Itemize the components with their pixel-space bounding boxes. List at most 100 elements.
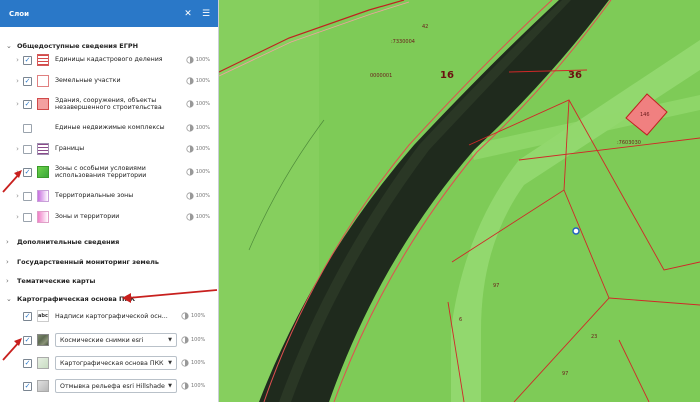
opacity-icon <box>186 56 194 64</box>
layer-row-buildings[interactable]: › ✓ Здания, сооружения, объекты незаверш… <box>12 94 210 114</box>
layer-checkbox[interactable]: ✓ <box>23 99 32 109</box>
opacity-control[interactable]: 100% <box>186 145 210 153</box>
layer-row-unified-complexes[interactable]: Единые недвижимые комплексы 100% <box>12 118 210 138</box>
chevron-right-icon[interactable]: › <box>6 277 16 285</box>
expand-icon[interactable]: › <box>12 213 23 221</box>
base-row-hillshade[interactable]: ✓ Отмывка рельефа esri Hillshade ▼ 100% <box>12 376 210 396</box>
layer-row-land-plots[interactable]: › ✓ Земельные участки 100% <box>12 71 210 91</box>
expand-icon[interactable]: › <box>12 192 23 200</box>
chevron-down-icon[interactable]: ⌄ <box>6 295 16 303</box>
hillshade-select[interactable]: Отмывка рельефа esri Hillshade ▼ <box>55 379 177 393</box>
layer-checkbox[interactable] <box>23 191 32 201</box>
section-extra-label: Дополнительные сведения <box>17 238 120 246</box>
layer-checkbox[interactable]: ✓ <box>23 335 32 345</box>
expand-icon[interactable]: › <box>12 77 23 85</box>
select-value: Космические снимки esri <box>60 336 144 344</box>
layers-panel: Слои ✕ ☰ ⌄ Общедоступные сведения ЕГРН ›… <box>0 0 219 402</box>
section-monitoring[interactable]: › Государственный мониторинг земель <box>6 257 214 267</box>
layer-label: Зоны с особыми условиями использования т… <box>55 164 147 180</box>
special-zones-symbol-icon <box>37 166 49 178</box>
dropdown-arrow-icon: ▼ <box>168 383 172 389</box>
layer-checkbox[interactable]: ✓ <box>23 55 32 65</box>
cadastral-units-symbol-icon <box>37 54 49 66</box>
layer-label: Единицы кадастрового деления <box>55 56 163 64</box>
opacity-icon <box>186 168 194 176</box>
opacity-control[interactable]: 100% <box>181 312 205 320</box>
layer-checkbox[interactable]: ✓ <box>23 381 32 391</box>
section-thematic[interactable]: › Тематические карты <box>6 276 214 286</box>
opacity-control[interactable]: 100% <box>186 168 210 176</box>
map-label: 146 <box>640 112 650 118</box>
layer-checkbox[interactable]: ✓ <box>23 167 32 177</box>
opacity-control[interactable]: 100% <box>186 77 210 85</box>
expand-icon[interactable]: › <box>12 145 23 153</box>
basemap-select[interactable]: Картографическая основа ПКК ▼ <box>55 356 177 370</box>
section-monitoring-label: Государственный мониторинг земель <box>17 258 159 266</box>
opacity-value: 100% <box>195 125 210 131</box>
select-value: Отмывка рельефа esri Hillshade <box>60 382 165 390</box>
opacity-value: 100% <box>195 169 210 175</box>
layer-row-special-zones[interactable]: › ✓ Зоны с особыми условиями использован… <box>12 162 210 182</box>
base-row-satellite[interactable]: ✓ Космические снимки esri ▼ 100% <box>12 330 210 350</box>
layer-checkbox[interactable] <box>23 123 32 133</box>
map-label: 6 <box>459 317 463 323</box>
layer-checkbox[interactable]: ✓ <box>23 358 32 368</box>
expand-icon[interactable]: › <box>12 56 23 64</box>
opacity-control[interactable]: 100% <box>181 382 205 390</box>
layer-row-zones-territories[interactable]: › Зоны и территории 100% <box>12 207 210 227</box>
layer-label: Здания, сооружения, объекты незавершенно… <box>55 96 162 112</box>
opacity-control[interactable]: 100% <box>181 359 205 367</box>
opacity-value: 100% <box>191 360 206 366</box>
section-egrn-label: Общедоступные сведения ЕГРН <box>17 42 139 50</box>
layer-row-cadastral-units[interactable]: › ✓ Единицы кадастрового деления 100% <box>12 50 210 70</box>
base-layer-label: Надписи картографической осн... <box>55 312 168 320</box>
layer-checkbox[interactable]: ✓ <box>23 311 32 321</box>
opacity-icon <box>186 124 194 132</box>
opacity-icon <box>181 359 189 367</box>
expand-icon[interactable]: › <box>12 100 23 108</box>
chevron-right-icon[interactable]: › <box>6 238 16 246</box>
opacity-value: 100% <box>195 78 210 84</box>
hamburger-menu-icon[interactable]: ☰ <box>200 8 212 20</box>
section-thematic-label: Тематические карты <box>17 277 96 285</box>
boundaries-symbol-icon <box>37 143 49 155</box>
section-basemap[interactable]: ⌄ Картографическая основа ПКК <box>6 294 214 304</box>
base-row-pkk-basemap[interactable]: ✓ Картографическая основа ПКК ▼ 100% <box>12 353 210 373</box>
opacity-control[interactable]: 100% <box>186 192 210 200</box>
opacity-control[interactable]: 100% <box>186 124 210 132</box>
opacity-control[interactable]: 100% <box>186 100 210 108</box>
chevron-right-icon[interactable]: › <box>6 258 16 266</box>
opacity-value: 100% <box>191 337 206 343</box>
cadastral-quarter-number: 16 <box>440 70 454 81</box>
buildings-symbol-icon <box>37 98 49 110</box>
close-icon[interactable]: ✕ <box>182 8 194 20</box>
panel-header: Слои ✕ ☰ <box>0 0 218 27</box>
select-value: Картографическая основа ПКК <box>60 359 164 367</box>
opacity-control[interactable]: 100% <box>186 56 210 64</box>
territorial-zones-symbol-icon <box>37 190 49 202</box>
chevron-down-icon[interactable]: ⌄ <box>6 42 16 50</box>
opacity-icon <box>181 382 189 390</box>
layer-checkbox[interactable] <box>23 212 32 222</box>
opacity-control[interactable]: 100% <box>186 213 210 221</box>
opacity-icon <box>181 336 189 344</box>
base-row-labels[interactable]: ✓ abc Надписи картографической осн... 10… <box>12 306 210 326</box>
satellite-select[interactable]: Космические снимки esri ▼ <box>55 333 177 347</box>
cadastral-quarter-number: 36 <box>568 70 582 81</box>
opacity-icon <box>186 192 194 200</box>
opacity-icon <box>186 100 194 108</box>
opacity-icon <box>181 312 189 320</box>
unified-complexes-symbol-icon <box>37 122 49 134</box>
map-view[interactable]: 42 :7330004 0000001 16 36 146 :7603030 9… <box>219 0 700 402</box>
map-canvas <box>219 0 700 402</box>
layer-row-territorial-zones[interactable]: › Территориальные зоны 100% <box>12 186 210 206</box>
layer-label: Территориальные зоны <box>55 192 134 200</box>
layer-checkbox[interactable]: ✓ <box>23 76 32 86</box>
land-plots-symbol-icon <box>37 75 49 87</box>
section-extra[interactable]: › Дополнительные сведения <box>6 237 214 247</box>
zones-territories-symbol-icon <box>37 211 49 223</box>
opacity-control[interactable]: 100% <box>181 336 205 344</box>
expand-icon[interactable]: › <box>12 168 23 176</box>
layer-checkbox[interactable] <box>23 144 32 154</box>
layer-row-boundaries[interactable]: › Границы 100% <box>12 139 210 159</box>
